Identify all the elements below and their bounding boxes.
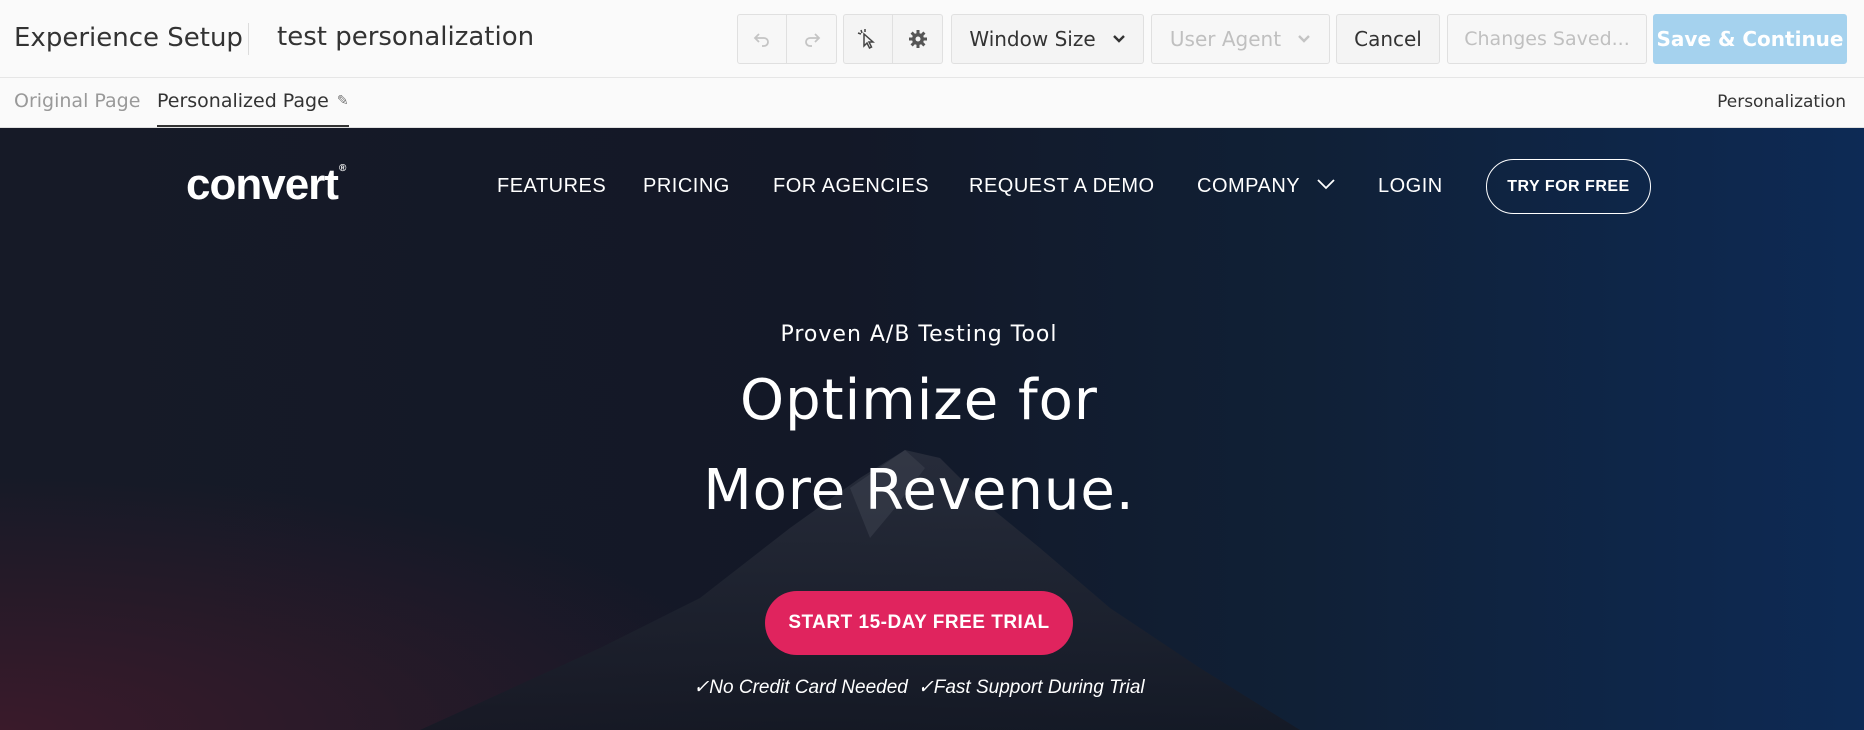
select-element-button[interactable] — [843, 14, 893, 64]
assurance-no-card: ✓No Credit Card Needed — [693, 677, 908, 698]
nav-request-demo[interactable]: REQUEST A DEMO — [969, 175, 1155, 198]
page-tabs-bar: Original Page Personalized Page ✎ Persona… — [0, 78, 1864, 128]
nav-login[interactable]: LOGIN — [1378, 175, 1443, 198]
user-agent-dropdown[interactable]: User Agent — [1151, 14, 1330, 64]
nav-pricing[interactable]: PRICING — [643, 175, 730, 198]
save-status: Changes Saved... — [1447, 14, 1647, 64]
convert-logo[interactable]: convert® — [186, 160, 346, 210]
nav-for-agencies[interactable]: FOR AGENCIES — [773, 175, 929, 198]
nav-company-label: COMPANY — [1197, 175, 1300, 197]
undo-button[interactable] — [737, 14, 787, 64]
experience-type: Personalization — [1717, 92, 1846, 112]
hero-headline-line2: More Revenue. — [703, 458, 1135, 523]
tab-original-page[interactable]: Original Page — [14, 90, 140, 125]
nav-features[interactable]: FEATURES — [497, 175, 606, 198]
start-trial-button[interactable]: START 15-DAY FREE TRIAL — [765, 591, 1073, 655]
window-size-dropdown[interactable]: Window Size — [951, 14, 1144, 64]
tab-personalized-label: Personalized Page — [157, 90, 329, 112]
nav-company[interactable]: COMPANY — [1197, 175, 1336, 198]
try-for-free-button[interactable]: TRY FOR FREE — [1486, 159, 1651, 214]
tab-personalized-page[interactable]: Personalized Page ✎ — [157, 90, 349, 127]
pencil-icon[interactable]: ✎ — [337, 93, 349, 109]
page-preview[interactable]: convert® FEATURES PRICING FOR AGENCIES R… — [0, 128, 1864, 730]
app-title: Experience Setup — [14, 23, 243, 53]
window-size-label: Window Size — [969, 27, 1096, 51]
hero-headline-line1: Optimize for — [740, 368, 1098, 433]
undo-icon — [753, 33, 769, 47]
hero-kicker: Proven A/B Testing Tool — [780, 322, 1058, 347]
chevron-down-icon — [1298, 35, 1310, 43]
editor-toolbar: Experience Setup test personalization Wi… — [0, 0, 1864, 78]
trial-assurances: ✓No Credit Card Needed ✓Fast Support Duri… — [0, 676, 1838, 699]
experience-name[interactable]: test personalization — [277, 22, 534, 52]
title-divider — [248, 23, 249, 55]
chevron-down-icon — [1112, 35, 1125, 43]
settings-button[interactable] — [893, 14, 943, 64]
redo-icon — [804, 33, 820, 47]
gear-icon — [908, 30, 927, 48]
pointer-select-icon — [857, 29, 875, 50]
redo-button[interactable] — [787, 14, 837, 64]
assurance-support: ✓Fast Support During Trial — [917, 677, 1145, 698]
cancel-button[interactable]: Cancel — [1336, 14, 1440, 64]
save-continue-button[interactable]: Save & Continue — [1653, 14, 1847, 64]
user-agent-label: User Agent — [1169, 27, 1282, 51]
chevron-down-icon — [1317, 179, 1335, 190]
